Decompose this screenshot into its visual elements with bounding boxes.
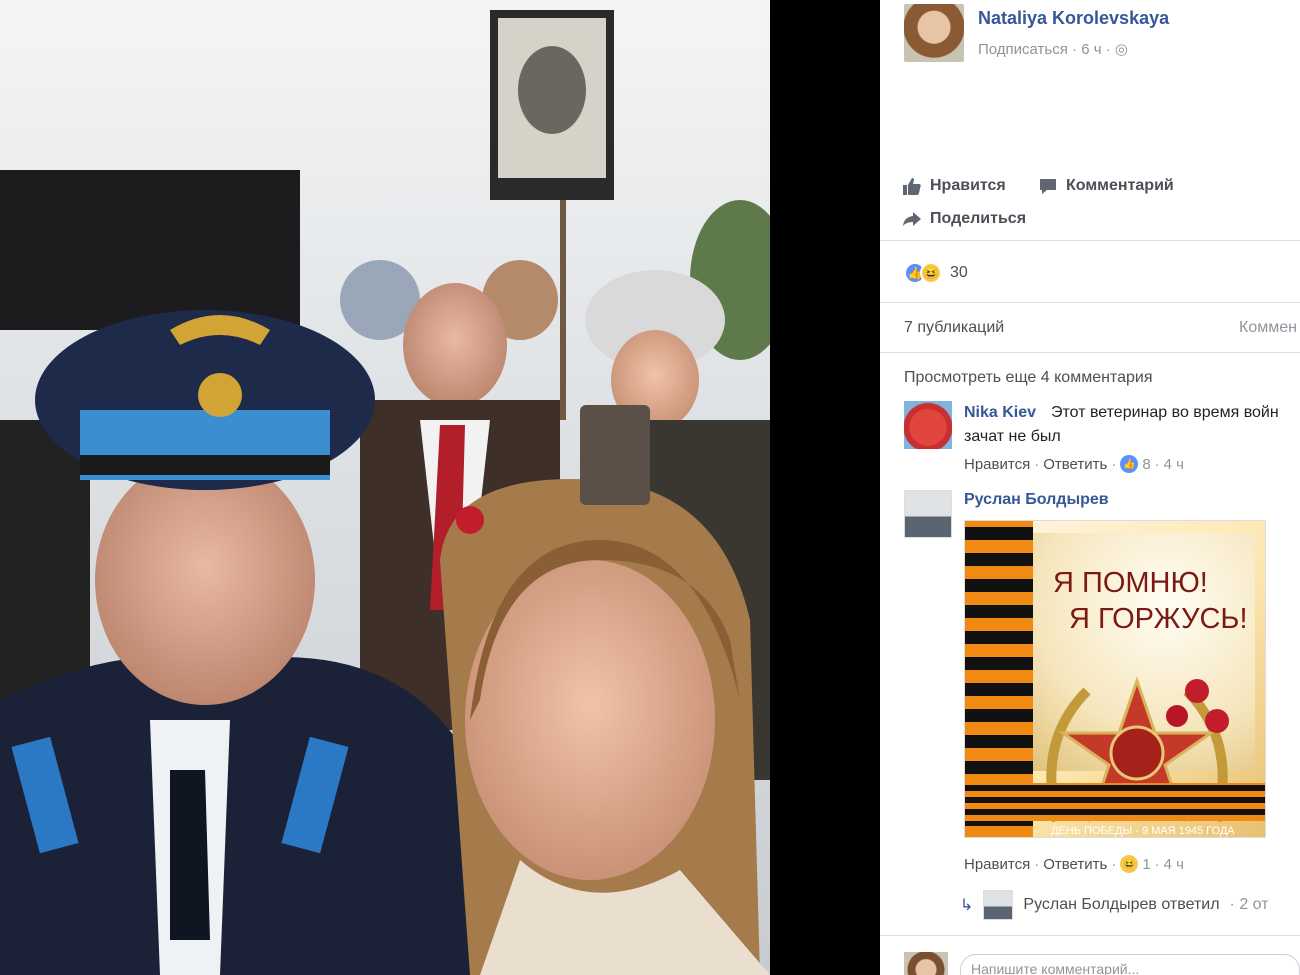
- share-action-label: Поделиться: [930, 210, 1027, 227]
- comment-actions: Нравится · Ответить · 😆 1 · 4 ч: [964, 855, 1184, 873]
- reply-avatar: [983, 890, 1014, 920]
- comment-like-link[interactable]: Нравится: [964, 856, 1030, 873]
- comment-reaction-count[interactable]: 1: [1142, 856, 1150, 873]
- author-name-link[interactable]: Nataliya Korolevskaya: [978, 8, 1278, 29]
- poster-text: Я ПОМНЮ!: [1053, 567, 1208, 599]
- like-action-label: Нравится: [930, 177, 1006, 194]
- like-reaction-icon: 👍: [1120, 455, 1139, 473]
- comment-like-link[interactable]: Нравится: [964, 456, 1030, 473]
- poster-text: Я ГОРЖУСЬ!: [1069, 603, 1248, 635]
- st-george-ribbon: [965, 783, 1265, 821]
- comment-text: Этот ветеринар во время войн: [1051, 404, 1279, 421]
- author-avatar[interactable]: [904, 4, 964, 62]
- comments-count-link[interactable]: Коммен: [1239, 319, 1297, 337]
- share-arrow-icon: [903, 212, 921, 226]
- comment-reply-link[interactable]: Ответить: [1043, 456, 1107, 473]
- thumbs-up-icon: [903, 178, 921, 195]
- comment-reaction-count[interactable]: 8: [1142, 456, 1150, 473]
- separator: ·: [1154, 455, 1160, 473]
- commenter-avatar[interactable]: [904, 490, 952, 538]
- comment-reply-link[interactable]: Ответить: [1043, 856, 1107, 873]
- post-time[interactable]: 6 ч: [1081, 41, 1101, 58]
- shares-count-link[interactable]: 7 публикаций: [904, 319, 1004, 337]
- separator: ·: [1154, 855, 1160, 873]
- comment-action-label: Комментарий: [1066, 177, 1174, 194]
- meta-separator: ·: [1105, 41, 1115, 58]
- follow-link[interactable]: Подписаться: [978, 41, 1068, 58]
- commenter-avatar[interactable]: [904, 401, 952, 449]
- haha-reaction-icon: 😆: [1120, 855, 1139, 873]
- post-photo[interactable]: [0, 0, 770, 975]
- comment-time[interactable]: 4 ч: [1164, 856, 1184, 873]
- reply-summary-text: Руслан Болдырев ответил: [1023, 896, 1220, 913]
- comment-author-link[interactable]: Руслан Болдырев: [964, 491, 1109, 509]
- comment-author-link[interactable]: Nika Kiev: [964, 404, 1036, 422]
- reaction-count: 30: [950, 264, 968, 281]
- reply-arrow-icon: ↳: [960, 897, 974, 914]
- poster-footer-text: ДЕНЬ ПОБЕДЫ - 9 МАЯ 1945 ГОДА: [1051, 825, 1235, 837]
- comment-input[interactable]: Напишите комментарий...: [960, 954, 1300, 975]
- globe-icon: ◎: [1114, 41, 1128, 58]
- reactions-summary[interactable]: 👍 😆 30: [904, 262, 968, 284]
- separator: ·: [1111, 455, 1117, 473]
- comment-time[interactable]: 4 ч: [1164, 456, 1184, 473]
- divider: [880, 352, 1300, 353]
- comment-text: зачат не был: [964, 428, 1061, 445]
- composer-avatar: [904, 952, 948, 975]
- separator: ·: [1111, 855, 1117, 873]
- post-sidebar: Nataliya Korolevskaya Подписаться · 6 ч …: [880, 0, 1300, 975]
- comment-bubble-icon: [1040, 179, 1056, 194]
- haha-reaction-icon: 😆: [920, 262, 942, 284]
- meta-separator: ·: [1072, 41, 1082, 58]
- reply-summary-extra: · 2 от: [1229, 896, 1269, 913]
- separator: ·: [1034, 855, 1040, 873]
- divider: [880, 302, 1300, 303]
- like-action-button[interactable]: Нравится: [902, 176, 1006, 196]
- divider: [880, 935, 1300, 936]
- selfie-photo-illustration: [0, 0, 770, 975]
- replies-summary-link[interactable]: ↳ Руслан Болдырев ответил · 2 от: [960, 890, 1269, 920]
- photo-viewer-background: [770, 0, 880, 975]
- comment-image[interactable]: Я ПОМНЮ! Я ГОРЖУСЬ! ДЕНЬ ПОБЕДЫ - 9 МАЯ …: [964, 520, 1266, 838]
- share-action-button[interactable]: Поделиться: [902, 209, 1026, 229]
- separator: ·: [1034, 455, 1040, 473]
- post-meta: Подписаться · 6 ч · ◎: [978, 40, 1278, 58]
- divider: [880, 240, 1300, 241]
- comment-actions: Нравится · Ответить · 👍 8 · 4 ч: [964, 455, 1184, 473]
- comment-action-button[interactable]: Комментарий: [1038, 176, 1174, 196]
- view-more-comments-link[interactable]: Просмотреть еще 4 комментария: [904, 369, 1152, 387]
